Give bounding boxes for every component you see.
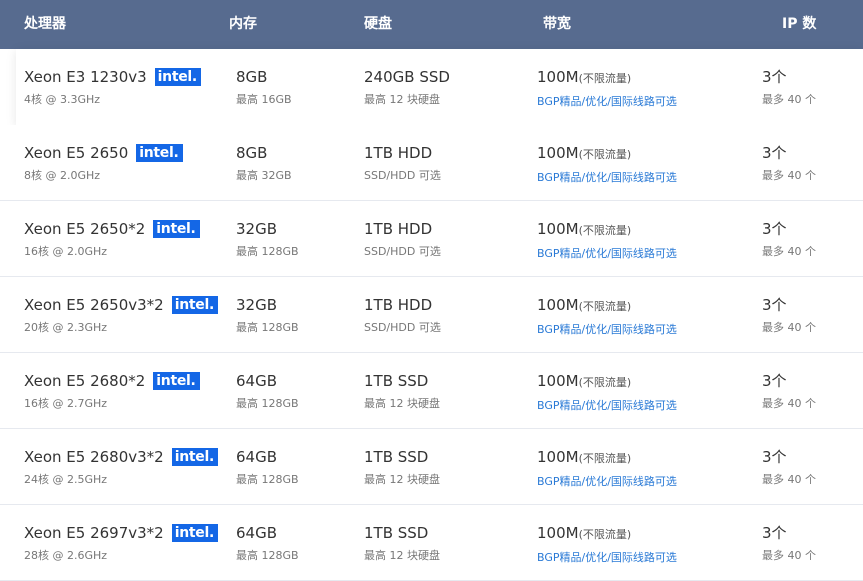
cpu-cores: 28核 @ 2.6GHz <box>24 549 108 562</box>
bandwidth-note: (不限流量) <box>578 224 632 237</box>
ram-value: 32GB <box>236 296 278 314</box>
bandwidth-lines: BGP精品/优化/国际线路可选 <box>537 475 677 488</box>
ram-max: 最高 128GB <box>236 549 299 562</box>
disk-value: 1TB HDD <box>364 144 433 162</box>
intel-logo-icon: intel. <box>171 448 218 466</box>
bandwidth-value: 100M <box>537 372 579 390</box>
table-row[interactable]: Xeon E5 2680v3*2 intel. 24核 @ 2.5GHz 64GB… <box>0 429 863 505</box>
cpu-cores: 16核 @ 2.0GHz <box>24 245 108 258</box>
bandwidth-note: (不限流量) <box>578 376 632 389</box>
table-row[interactable]: Xeon E5 2650*2 intel. 16核 @ 2.0GHz 32GB 最… <box>0 201 863 277</box>
ip-count: 3个 <box>762 372 787 390</box>
table-row[interactable]: Xeon E5 2650 intel. 8核 @ 2.0GHz 8GB 最高 32… <box>0 125 863 201</box>
cpu-model: Xeon E3 1230v3 <box>24 68 147 86</box>
ip-count: 3个 <box>762 448 787 466</box>
bandwidth-note: (不限流量) <box>578 72 632 85</box>
intel-logo-icon: intel. <box>171 524 218 542</box>
ram-value: 8GB <box>236 68 268 86</box>
server-table: Xeon E3 1230v3 intel. 4核 @ 3.3GHz 8GB 最高 … <box>0 49 863 581</box>
ram-max: 最高 128GB <box>236 473 299 486</box>
ram-max: 最高 128GB <box>236 397 299 410</box>
cpu-cores: 4核 @ 3.3GHz <box>24 93 101 106</box>
bandwidth-lines: BGP精品/优化/国际线路可选 <box>537 247 677 260</box>
ram-max: 最高 128GB <box>236 321 299 334</box>
ip-count: 3个 <box>762 296 787 314</box>
ram-value: 8GB <box>236 144 268 162</box>
bandwidth-note: (不限流量) <box>578 452 632 465</box>
header-bandwidth: 带宽 <box>543 16 571 32</box>
table-header: 处理器 内存 硬盘 带宽 IP 数 <box>0 0 863 49</box>
intel-logo-icon: intel. <box>153 220 200 238</box>
bandwidth-value: 100M <box>537 296 579 314</box>
cpu-cores: 20核 @ 2.3GHz <box>24 321 108 334</box>
cpu-model: Xeon E5 2650*2 <box>24 220 146 238</box>
disk-value: 1TB SSD <box>364 524 429 542</box>
bandwidth-lines: BGP精品/优化/国际线路可选 <box>537 171 677 184</box>
bandwidth-lines: BGP精品/优化/国际线路可选 <box>537 323 677 336</box>
disk-note: 最高 12 块硬盘 <box>364 549 440 562</box>
ip-max: 最多 40 个 <box>762 397 816 410</box>
ip-max: 最多 40 个 <box>762 245 816 258</box>
disk-note: 最高 12 块硬盘 <box>364 397 440 410</box>
bandwidth-value: 100M <box>537 524 579 542</box>
cpu-cores: 8核 @ 2.0GHz <box>24 169 101 182</box>
disk-value: 1TB SSD <box>364 372 429 390</box>
ip-count: 3个 <box>762 524 787 542</box>
ram-value: 64GB <box>236 448 278 466</box>
ip-count: 3个 <box>762 220 787 238</box>
intel-logo-icon: intel. <box>171 296 218 314</box>
table-row[interactable]: Xeon E5 2650v3*2 intel. 20核 @ 2.3GHz 32GB… <box>0 277 863 353</box>
cpu-model: Xeon E5 2697v3*2 <box>24 524 164 542</box>
bandwidth-value: 100M <box>537 448 579 466</box>
header-ram: 内存 <box>229 16 257 32</box>
disk-note: 最高 12 块硬盘 <box>364 93 440 106</box>
intel-logo-icon: intel. <box>136 144 183 162</box>
table-row[interactable]: Xeon E5 2680*2 intel. 16核 @ 2.7GHz 64GB 最… <box>0 353 863 429</box>
bandwidth-lines: BGP精品/优化/国际线路可选 <box>537 399 677 412</box>
ram-value: 64GB <box>236 372 278 390</box>
bandwidth-note: (不限流量) <box>578 528 632 541</box>
cpu-cores: 16核 @ 2.7GHz <box>24 397 108 410</box>
cpu-cores: 24核 @ 2.5GHz <box>24 473 108 486</box>
bandwidth-value: 100M <box>537 220 579 238</box>
cpu-model: Xeon E5 2650 <box>24 144 129 162</box>
bandwidth-lines: BGP精品/优化/国际线路可选 <box>537 551 677 564</box>
disk-note: SSD/HDD 可选 <box>364 321 441 334</box>
header-cpu: 处理器 <box>24 16 66 32</box>
bandwidth-note: (不限流量) <box>578 300 632 313</box>
cpu-model: Xeon E5 2680*2 <box>24 372 146 390</box>
table-row[interactable]: Xeon E5 2697v3*2 intel. 28核 @ 2.6GHz 64GB… <box>0 505 863 581</box>
table-row[interactable]: Xeon E3 1230v3 intel. 4核 @ 3.3GHz 8GB 最高 … <box>16 49 863 125</box>
ip-count: 3个 <box>762 144 787 162</box>
disk-note: SSD/HDD 可选 <box>364 245 441 258</box>
bandwidth-value: 100M <box>537 68 579 86</box>
ip-max: 最多 40 个 <box>762 549 816 562</box>
ram-max: 最高 16GB <box>236 93 292 106</box>
ip-max: 最多 40 个 <box>762 169 816 182</box>
disk-value: 240GB SSD <box>364 68 450 86</box>
ram-max: 最高 32GB <box>236 169 292 182</box>
disk-note: 最高 12 块硬盘 <box>364 473 440 486</box>
bandwidth-value: 100M <box>537 144 579 162</box>
disk-value: 1TB HDD <box>364 220 433 238</box>
ram-value: 64GB <box>236 524 278 542</box>
ram-value: 32GB <box>236 220 278 238</box>
ip-max: 最多 40 个 <box>762 473 816 486</box>
header-disk: 硬盘 <box>364 16 392 32</box>
cpu-model: Xeon E5 2650v3*2 <box>24 296 164 314</box>
ip-count: 3个 <box>762 68 787 86</box>
disk-value: 1TB HDD <box>364 296 433 314</box>
cpu-model: Xeon E5 2680v3*2 <box>24 448 164 466</box>
ip-max: 最多 40 个 <box>762 93 816 106</box>
intel-logo-icon: intel. <box>154 68 201 86</box>
bandwidth-note: (不限流量) <box>578 148 632 161</box>
ip-max: 最多 40 个 <box>762 321 816 334</box>
bandwidth-lines: BGP精品/优化/国际线路可选 <box>537 95 677 108</box>
header-ip: IP 数 <box>782 16 817 32</box>
disk-value: 1TB SSD <box>364 448 429 466</box>
intel-logo-icon: intel. <box>153 372 200 390</box>
ram-max: 最高 128GB <box>236 245 299 258</box>
disk-note: SSD/HDD 可选 <box>364 169 441 182</box>
